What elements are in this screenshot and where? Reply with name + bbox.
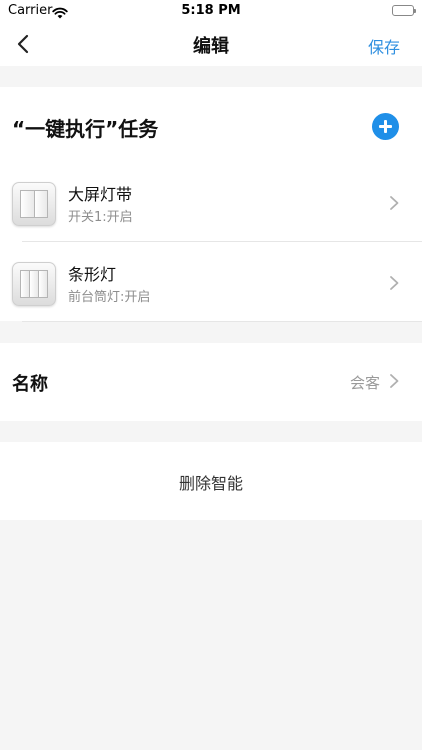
battery-cap bbox=[414, 9, 416, 13]
divider bbox=[22, 321, 422, 322]
wall-switch-icon bbox=[12, 262, 56, 306]
add-task-button[interactable] bbox=[372, 113, 399, 140]
task-detail: 前台筒灯:开启 bbox=[68, 290, 151, 305]
wall-switch-icon bbox=[12, 182, 56, 226]
tasks-section: “一键执行”任务 大屏灯带 开关1:开启 条形灯 前台筒灯:开启 bbox=[0, 87, 422, 322]
page-title: 编辑 bbox=[193, 36, 229, 57]
chevron-right-icon bbox=[390, 374, 399, 388]
status-time: 5:18 PM bbox=[181, 3, 241, 18]
divider bbox=[22, 241, 422, 242]
task-detail: 开关1:开启 bbox=[68, 210, 133, 225]
task-item[interactable]: 条形灯 前台筒灯:开启 bbox=[0, 244, 422, 322]
task-name: 大屏灯带 bbox=[68, 185, 133, 204]
task-name: 条形灯 bbox=[68, 265, 117, 284]
delete-scene-label: 删除智能 bbox=[178, 474, 243, 493]
battery-icon bbox=[392, 5, 416, 16]
name-row[interactable]: 名称 会客 bbox=[0, 343, 422, 421]
chevron-right-icon bbox=[390, 276, 399, 290]
status-bar: Carrier 5:18 PM bbox=[0, 0, 422, 22]
delete-scene-button[interactable]: 删除智能 bbox=[0, 442, 422, 520]
task-item[interactable]: 大屏灯带 开关1:开启 bbox=[0, 164, 422, 242]
navigation-bar: 编辑 保存 bbox=[0, 22, 422, 66]
chevron-right-icon bbox=[390, 196, 399, 210]
name-label: 名称 bbox=[12, 374, 48, 395]
tasks-section-title: “一键执行”任务 bbox=[12, 117, 159, 141]
save-button[interactable]: 保存 bbox=[368, 34, 400, 58]
name-value: 会客 bbox=[349, 374, 380, 392]
